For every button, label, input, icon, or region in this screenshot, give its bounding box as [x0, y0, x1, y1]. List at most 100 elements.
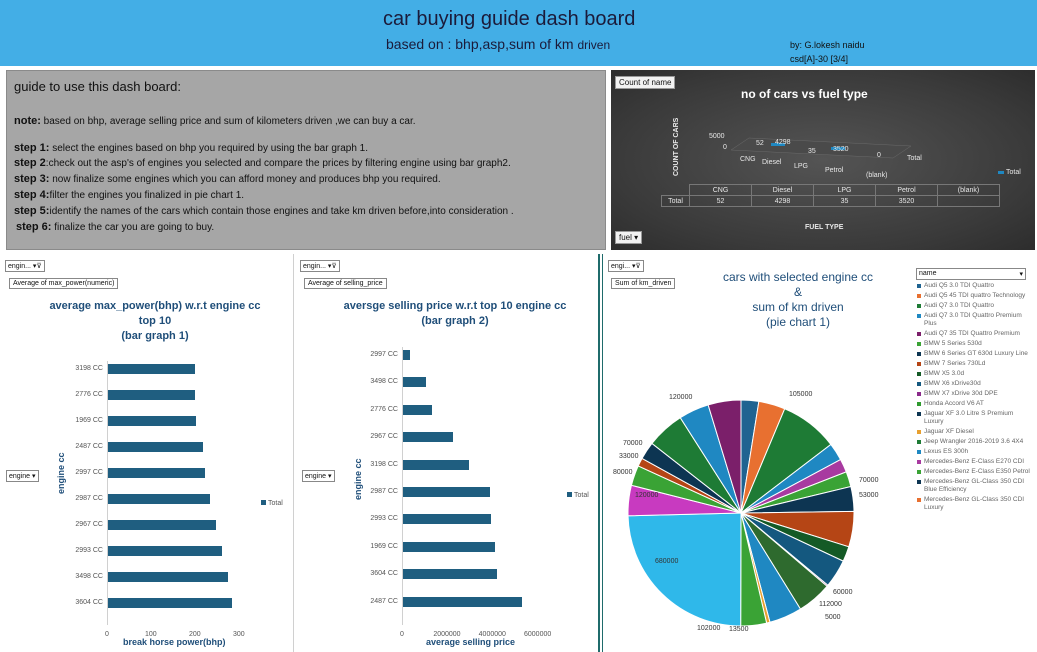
filter-label: engi... [611, 263, 631, 270]
legend-item[interactable]: Jaguar XF 3.0 Litre S Premium Luxury [917, 410, 1032, 426]
legend-label: Audi Q5 45 TDI quattro Technology [924, 292, 1026, 299]
filter-icon: ⊽ [331, 263, 337, 270]
bar2-field-button[interactable]: Average of selling_price [304, 278, 387, 289]
bar[interactable] [108, 546, 223, 556]
bar[interactable] [108, 598, 233, 608]
guide-step-4: step 4:filter the engines you finalized … [14, 189, 244, 201]
fuel-table-cell: 35 [813, 195, 876, 207]
legend-item[interactable]: Audi Q7 3.0 TDI Quattro Premium Plus [917, 312, 1032, 328]
fuel-value-cng: 52 [756, 140, 764, 147]
count-field-button[interactable]: Count of name [615, 76, 676, 89]
y-tick-label: 2987 CC [370, 488, 398, 495]
legend-item[interactable]: BMW X6 xDrive30d [917, 380, 1032, 388]
legend-label: Mercedes-Benz E-Class E350 Petrol [924, 468, 1030, 475]
pie-data-label: 120000 [669, 394, 693, 401]
bar[interactable] [403, 569, 498, 580]
step-label: step 6: [16, 221, 52, 233]
legend-item[interactable]: Jeep Wrangler 2016-2019 3.6 4X4 [917, 438, 1032, 446]
bar2-legend: Total [567, 492, 589, 499]
legend-item[interactable]: Mercedes-Benz E-Class E270 CDI [917, 458, 1032, 466]
y-tick-label: 2997 CC [370, 351, 398, 358]
engine-row-dropdown-2[interactable]: engine ▾ [302, 470, 335, 482]
bar[interactable] [403, 487, 491, 497]
title-line: (pie chart 1) [765, 315, 831, 329]
bar[interactable] [108, 390, 196, 400]
bar[interactable] [108, 364, 195, 374]
bar[interactable] [403, 541, 495, 552]
legend-item[interactable]: Audi Q5 45 TDI quattro Technology [917, 292, 1032, 300]
legend-item[interactable]: Mercedes-Benz E-Class E350 Petrol [917, 468, 1032, 476]
y-tick-label: 2993 CC [75, 547, 103, 554]
y-tick-label: 2776 CC [75, 391, 103, 398]
legend-swatch [261, 500, 266, 505]
legend-swatch [917, 470, 921, 474]
bar[interactable] [108, 468, 205, 478]
legend-item[interactable]: Audi Q5 3.0 TDI Quattro [917, 282, 1032, 290]
pie-data-label: 112000 [819, 601, 842, 608]
bar[interactable] [403, 596, 522, 607]
legend-swatch [917, 332, 921, 336]
fuel-table-head: (blank) [937, 184, 1000, 196]
guide-step-5: step 5:identify the names of the cars wh… [14, 205, 514, 217]
name-filter-dropdown[interactable]: name ▾ [916, 268, 1026, 280]
legend-item[interactable]: BMW 6 Series GT 630d Luxury Line [917, 350, 1032, 358]
step-text: finalize the car you are going to buy. [51, 222, 215, 233]
bar1-field-button[interactable]: Average of max_power(numeric) [9, 278, 119, 289]
legend-item[interactable]: Audi Q7 3.0 TDI Quattro [917, 302, 1032, 310]
engine-filter-dropdown-3[interactable]: engi... ▾⊽ [608, 260, 644, 272]
legend-item[interactable]: BMW X5 3.0d [917, 370, 1032, 378]
legend-swatch [917, 304, 921, 308]
y-tick-label: 2776 CC [370, 405, 398, 413]
bar[interactable] [403, 514, 492, 525]
bar[interactable] [108, 494, 211, 504]
step-label: step 2 [14, 157, 46, 169]
bar[interactable] [403, 459, 469, 470]
fuel-cat-cng: CNG [740, 156, 756, 163]
bar[interactable] [108, 520, 216, 530]
legend-item[interactable]: Mercedes-Benz GL-Class 350 CDI Blue Effi… [917, 478, 1032, 494]
legend-label: Audi Q7 3.0 TDI Quattro [924, 302, 994, 309]
pie-slice[interactable] [627, 512, 742, 627]
row-filter-label: engine [305, 473, 327, 480]
legend-label: Total [268, 500, 283, 507]
bar[interactable] [403, 350, 410, 360]
legend-item[interactable]: Audi Q7 35 TDI Quattro Premium [917, 330, 1032, 338]
fuel-x-label: FUEL TYPE [805, 224, 844, 231]
bar[interactable] [403, 432, 453, 443]
fuel-legend-label: Total [1006, 169, 1021, 176]
bar[interactable] [108, 572, 228, 582]
bar[interactable] [108, 442, 203, 452]
subtitle-small: driven [577, 38, 611, 52]
legend-item[interactable]: Jaguar XF Diesel [917, 428, 1032, 436]
legend-item[interactable]: Mercedes-Benz GL-Class 350 CDI Luxury [917, 496, 1032, 512]
bar[interactable] [108, 416, 196, 426]
engine-filter-dropdown-2[interactable]: engin... ▾⊽ [300, 260, 340, 272]
legend-label: BMW X7 xDrive 30d DPE [924, 390, 998, 397]
legend-swatch [917, 372, 921, 376]
fuel-table-cell: 3520 [875, 195, 938, 207]
engine-row-dropdown[interactable]: engine ▾ [6, 470, 39, 482]
legend-item[interactable]: BMW 5 Series 530d [917, 340, 1032, 348]
legend-swatch [917, 294, 921, 298]
legend-item[interactable]: Lexus ES 300h [917, 448, 1032, 456]
legend-item[interactable]: Honda Accord V6 AT [917, 400, 1032, 408]
fuel-filter-button[interactable]: fuel ▾ [615, 231, 643, 244]
bar[interactable] [403, 377, 426, 388]
legend-swatch [917, 402, 921, 406]
x-tick-label: 100 [145, 631, 157, 638]
x-tick-label: 0 [400, 631, 404, 638]
bar-graph-2-panel: engin... ▾⊽ Average of selling_price ave… [295, 254, 600, 652]
bar[interactable] [403, 404, 433, 415]
fuel-y-tick: 0 [723, 144, 727, 151]
pie-field-button[interactable]: Sum of km_driven [611, 278, 676, 289]
title-line: (bar graph 1) [121, 330, 189, 342]
y-tick-label: 2967 CC [75, 521, 103, 528]
pie-data-label: 53000 [859, 492, 879, 499]
engine-filter-dropdown[interactable]: engin... ▾⊽ [5, 260, 45, 272]
legend-swatch [917, 352, 921, 356]
legend-item[interactable]: BMW X7 xDrive 30d DPE [917, 390, 1032, 398]
fuel-series-total: Total [907, 155, 922, 162]
y-tick-label: 3498 CC [75, 573, 103, 580]
bar1-title: average max_power(bhp) w.r.t engine cc t… [40, 299, 270, 344]
legend-item[interactable]: BMW 7 Series 730Ld [917, 360, 1032, 368]
